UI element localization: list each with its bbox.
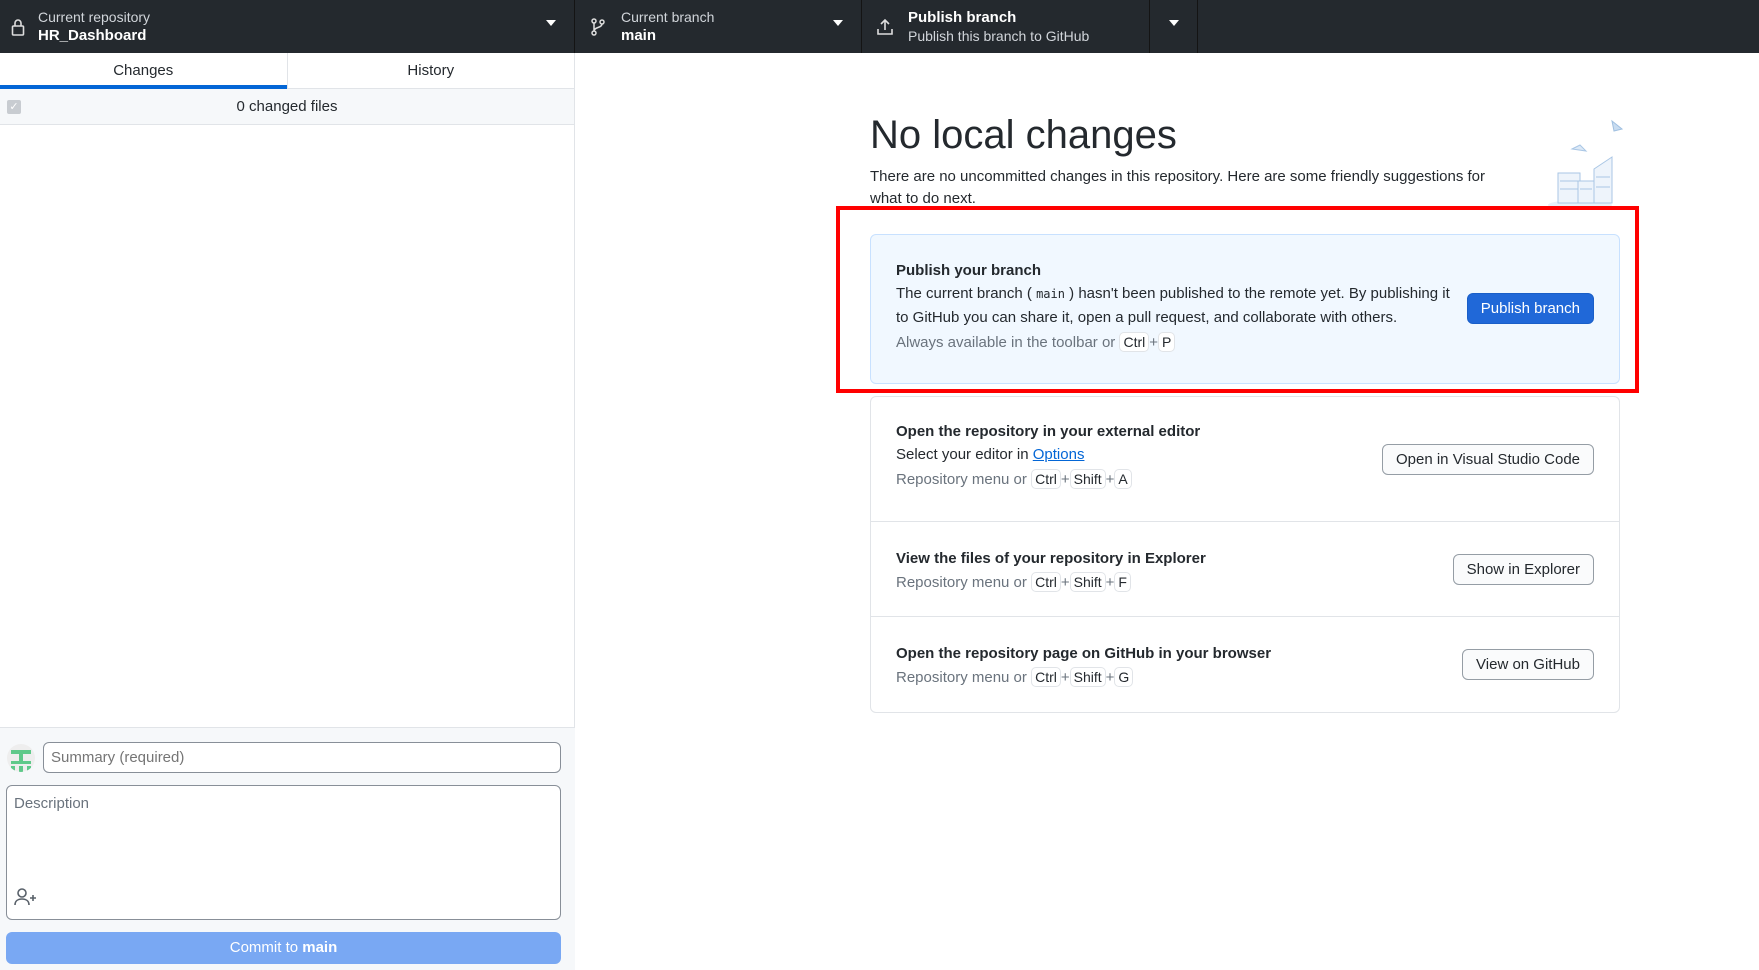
key-shift: Shift [1069,469,1106,489]
changed-files-header: ✓ 0 changed files [0,89,574,125]
key-f: F [1114,572,1131,592]
lock-icon [0,18,36,36]
publish-branch-button[interactable]: Publish branch [1466,293,1594,324]
shortcut-text: Repository menu or [896,669,1027,686]
select-all-checkbox[interactable]: ✓ [7,100,21,114]
publish-card-text: The current branch ( main ) hasn't been … [896,282,1456,330]
show-in-explorer-button[interactable]: Show in Explorer [1452,554,1594,585]
changed-files-count: 0 changed files [236,98,338,115]
github-item: Open the repository page on GitHub in yo… [871,617,1619,712]
publish-branch-toolbar-button[interactable]: Publish branch Publish this branch to Gi… [862,0,1150,53]
intro-text: There are no uncommitted changes in this… [870,168,1486,207]
chevron-down-icon [1169,20,1179,26]
commit-form: Description Commit to main [0,727,575,970]
shortcut-text: Repository menu or [896,471,1027,488]
view-on-github-button[interactable]: View on GitHub [1462,649,1594,680]
editor-title: Open the repository in your external edi… [896,423,1201,440]
branch-icon [575,17,621,36]
publish-branch-card: Publish your branch The current branch (… [870,234,1620,384]
suggestions-card: Open the repository in your external edi… [870,396,1620,713]
key-shift: Shift [1069,667,1106,687]
repository-label: Current repository [38,8,151,25]
branch-name: main [621,26,657,44]
toolbar: Current repository HR_Dashboard Current … [0,0,1759,53]
branch-code: main [1036,287,1065,301]
shortcut-text: Repository menu or [896,574,1027,591]
key-ctrl: Ctrl [1031,667,1061,687]
publish-shortcut: Always available in the toolbar or Ctrl +… [896,330,1594,356]
key-ctrl: Ctrl [1031,469,1061,489]
publish-label: Publish branch [908,9,1017,26]
commit-button-branch: main [302,939,338,956]
key-ctrl: Ctrl [1119,332,1150,352]
key-ctrl: Ctrl [1031,572,1061,592]
page-title: No local changes [870,113,1177,157]
key-a: A [1114,469,1132,489]
explorer-item: View the files of your repository in Exp… [871,522,1619,617]
shortcut-text: Always available in the toolbar or [896,334,1116,351]
key-shift: Shift [1069,572,1106,592]
text: Select your editor in [896,446,1029,463]
repository-name: HR_Dashboard [38,26,147,44]
upload-icon [862,18,908,36]
key-g: G [1114,667,1134,687]
commit-button[interactable]: Commit to main [6,932,561,964]
chevron-down-icon [546,20,556,26]
tab-changes[interactable]: Changes [0,53,287,89]
external-editor-item: Open the repository in your external edi… [871,397,1619,522]
current-branch-dropdown[interactable]: Current branch main [575,0,862,53]
main-content: No local changes There are no uncommitte… [575,53,1759,970]
summary-input[interactable] [43,742,561,773]
sidebar-tabs: Changes History [0,53,574,89]
current-repository-dropdown[interactable]: Current repository HR_Dashboard [0,0,575,53]
key-p: P [1158,332,1176,352]
branch-label: Current branch [621,8,715,25]
description-input[interactable]: Description [6,785,561,920]
options-link[interactable]: Options [1033,446,1085,463]
commit-button-prefix: Commit to [229,939,303,956]
description-placeholder: Description [14,795,90,812]
add-coauthor-icon[interactable] [14,888,38,911]
sidebar: Changes History ✓ 0 changed files Descri… [0,53,575,970]
paper-stack-illustration-icon [1530,113,1630,218]
chevron-down-icon [833,20,843,26]
tab-history[interactable]: History [286,53,575,88]
open-in-vscode-button[interactable]: Open in Visual Studio Code [1381,444,1594,475]
text: The current branch ( [896,285,1032,302]
publish-description: Publish this branch to GitHub [908,28,1090,44]
publish-options-dropdown[interactable] [1150,0,1198,53]
avatar [7,744,35,772]
publish-card-title: Publish your branch [896,262,1042,279]
